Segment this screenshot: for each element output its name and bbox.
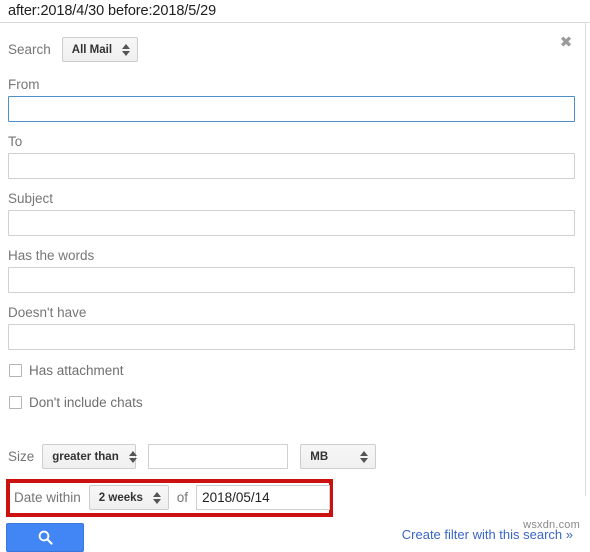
- size-operator-value: greater than: [52, 450, 119, 463]
- subject-input[interactable]: [8, 210, 575, 236]
- has-attachment-checkbox[interactable]: [9, 364, 22, 377]
- search-query-bar[interactable]: after:2018/4/30 before:2018/5/29: [0, 0, 590, 22]
- advanced-search-panel: ✖ Search All Mail From To Subject Has th…: [0, 23, 586, 552]
- field-to-label: To: [8, 134, 23, 149]
- search-scope-label: Search: [8, 42, 51, 57]
- doesnt-have-input[interactable]: [8, 324, 575, 350]
- from-input[interactable]: [8, 96, 575, 122]
- date-value-input[interactable]: [196, 485, 331, 510]
- has-the-words-input[interactable]: [8, 267, 575, 293]
- chevron-updown-icon: [360, 450, 369, 463]
- chevron-updown-icon: [128, 450, 137, 463]
- close-icon[interactable]: ✖: [559, 35, 573, 50]
- size-value-input[interactable]: [148, 444, 289, 469]
- size-operator-dropdown[interactable]: greater than: [42, 444, 137, 469]
- field-doesnt-have: Doesn't have: [8, 305, 575, 350]
- size-row: Size greater than MB: [8, 444, 377, 469]
- search-button[interactable]: [6, 523, 84, 552]
- has-attachment-label: Has attachment: [29, 363, 124, 378]
- chevron-updown-icon: [152, 491, 161, 504]
- date-span-dropdown[interactable]: 2 weeks: [88, 485, 169, 510]
- search-scope-dropdown[interactable]: All Mail: [61, 37, 138, 62]
- field-to: To: [8, 134, 575, 179]
- size-unit-value: MB: [310, 450, 329, 463]
- date-within-row: Date within 2 weeks of: [14, 485, 331, 510]
- field-subject: Subject: [8, 191, 575, 236]
- field-from-label: From: [8, 77, 40, 92]
- date-within-label: Date within: [14, 490, 81, 505]
- size-unit-dropdown[interactable]: MB: [300, 444, 377, 469]
- date-of-label: of: [176, 490, 189, 505]
- checkbox-row-has-attachment[interactable]: Has attachment: [9, 363, 124, 378]
- field-doesnt-have-label: Doesn't have: [8, 305, 87, 320]
- dont-include-chats-checkbox[interactable]: [9, 396, 22, 409]
- watermark: wsxdn.com: [523, 519, 580, 531]
- field-has-the-words-label: Has the words: [8, 248, 95, 263]
- size-label: Size: [8, 449, 35, 464]
- chevron-updown-icon: [122, 43, 131, 56]
- search-query-text: after:2018/4/30 before:2018/5/29: [8, 3, 217, 19]
- field-has-the-words: Has the words: [8, 248, 575, 293]
- checkbox-row-dont-include-chats[interactable]: Don't include chats: [9, 395, 143, 410]
- search-scope-value: All Mail: [71, 43, 113, 56]
- date-span-value: 2 weeks: [98, 491, 143, 504]
- field-from: From: [8, 77, 575, 122]
- search-scope-row: Search All Mail: [8, 37, 138, 62]
- dont-include-chats-label: Don't include chats: [29, 395, 143, 410]
- field-subject-label: Subject: [8, 191, 54, 206]
- to-input[interactable]: [8, 153, 575, 179]
